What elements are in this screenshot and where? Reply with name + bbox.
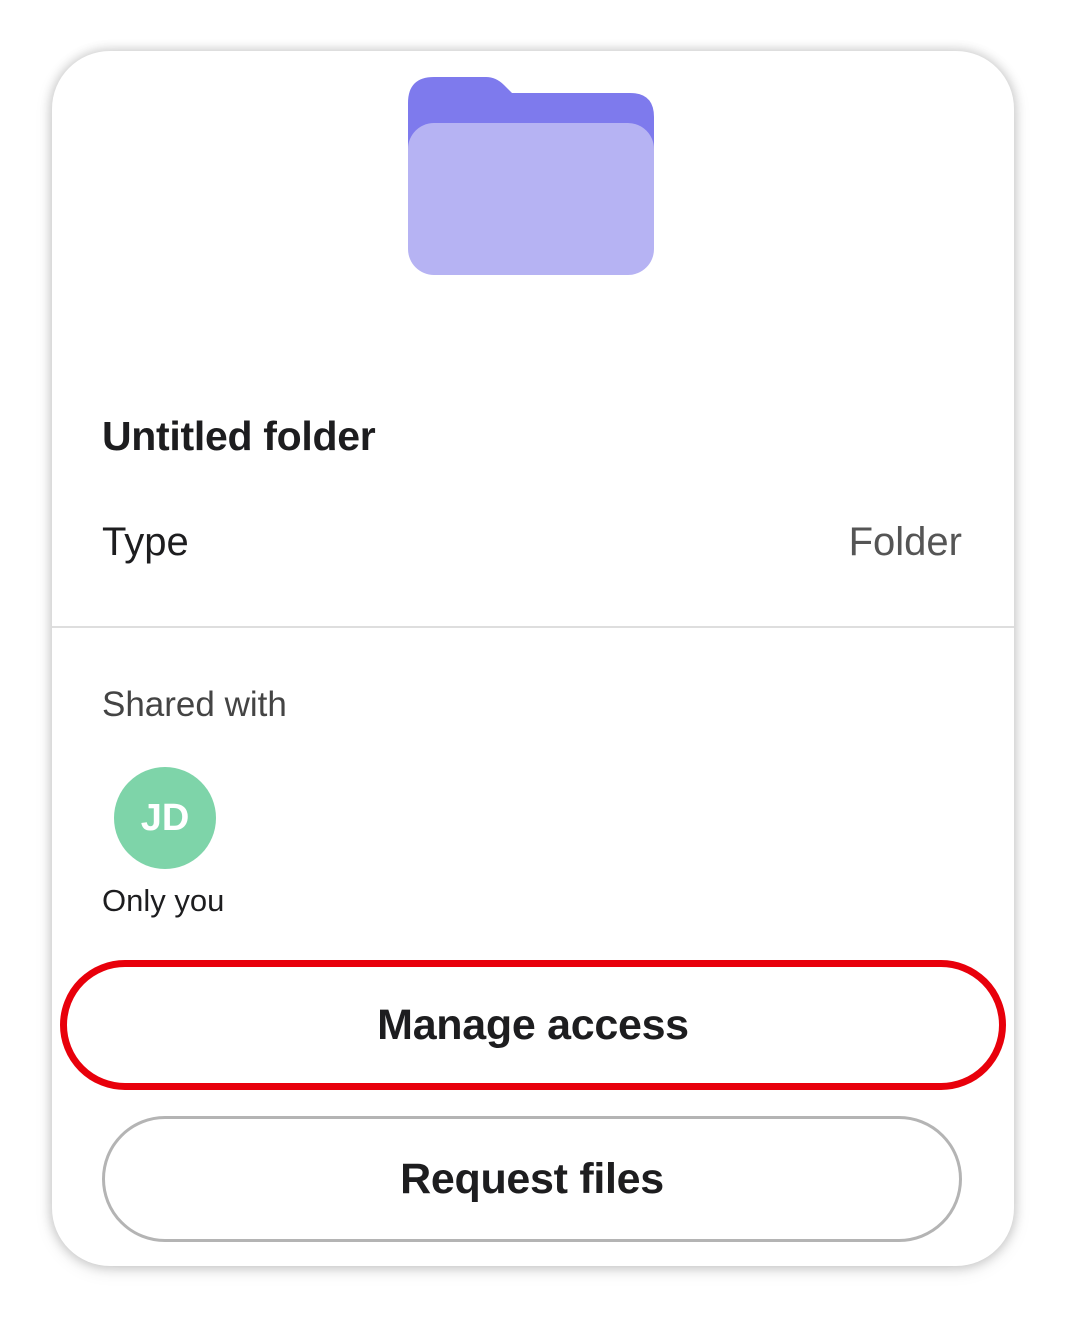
avatar[interactable]: JD — [114, 767, 216, 869]
folder-info-card: Untitled folder Type Folder Shared with … — [52, 51, 1014, 1266]
folder-icon — [408, 77, 654, 275]
shared-with-label: Shared with — [102, 685, 287, 724]
request-files-button[interactable]: Request files — [102, 1116, 962, 1242]
manage-access-label: Manage access — [377, 1000, 689, 1049]
section-divider — [52, 626, 1014, 628]
folder-title: Untitled folder — [102, 413, 376, 459]
request-files-label: Request files — [400, 1154, 664, 1203]
manage-access-button[interactable]: Manage access — [60, 960, 1006, 1090]
avatar-caption: Only you — [102, 883, 225, 918]
type-label: Type — [102, 520, 189, 564]
type-value: Folder — [848, 520, 962, 564]
